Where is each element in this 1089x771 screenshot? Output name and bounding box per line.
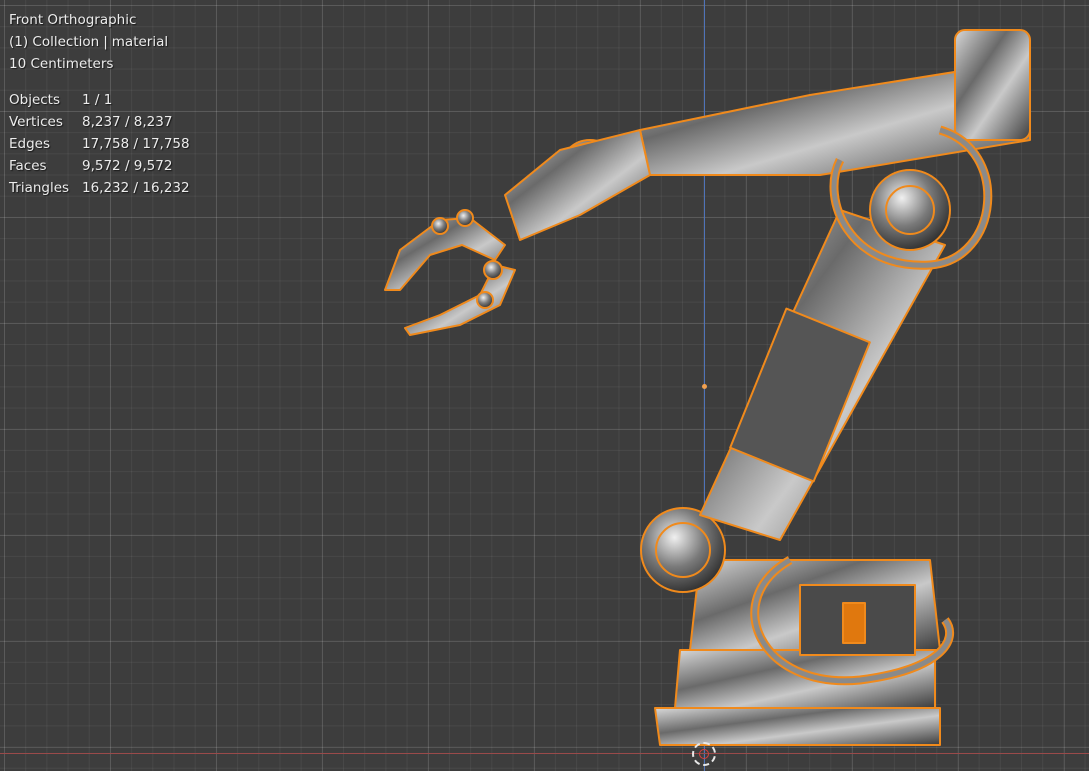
stat-row-objects: Objects 1 / 1 [9, 89, 190, 111]
viewport-info-overlay: Front Orthographic (1) Collection | materi… [9, 9, 190, 199]
3d-viewport[interactable]: Front Orthographic (1) Collection | materi… [0, 0, 1089, 771]
elbow-joint [869, 169, 951, 251]
stat-value: 1 / 1 [82, 92, 113, 108]
grid-scale: 10 Centimeters [9, 56, 114, 72]
3d-cursor-icon[interactable] [692, 742, 716, 766]
stat-row-faces: Faces 9,572 / 9,572 [9, 155, 190, 177]
stat-row-triangles: Triangles 16,232 / 16,232 [9, 177, 190, 199]
collection-name: (1) Collection [9, 34, 100, 50]
stat-row-edges: Edges 17,758 / 17,758 [9, 133, 190, 155]
stat-label: Vertices [9, 114, 63, 130]
view-name: Front Orthographic [9, 12, 137, 28]
lower-arm-panel [729, 307, 871, 483]
scene-statistics: Objects 1 / 1 Vertices 8,237 / 8,237 Edg… [9, 89, 190, 199]
stat-label: Triangles [9, 180, 70, 196]
stat-value: 8,237 / 8,237 [82, 114, 173, 130]
stat-label: Objects [9, 92, 61, 108]
stat-value: 16,232 / 16,232 [82, 180, 190, 196]
object-origin-dot [702, 384, 707, 389]
collection-info: (1) Collection | material [9, 31, 190, 53]
turret-orange-block [842, 602, 866, 644]
object-name: material [111, 34, 169, 50]
collection-separator: | [103, 34, 108, 50]
motor-housing [954, 29, 1031, 141]
stat-value: 9,572 / 9,572 [82, 158, 173, 174]
stat-label: Faces [9, 158, 47, 174]
stat-label: Edges [9, 136, 51, 152]
shoulder-joint [640, 507, 726, 593]
wrist-body [504, 129, 651, 241]
stat-value: 17,758 / 17,758 [82, 136, 190, 152]
robot-base [654, 707, 941, 746]
stat-row-vertices: Vertices 8,237 / 8,237 [9, 111, 190, 133]
